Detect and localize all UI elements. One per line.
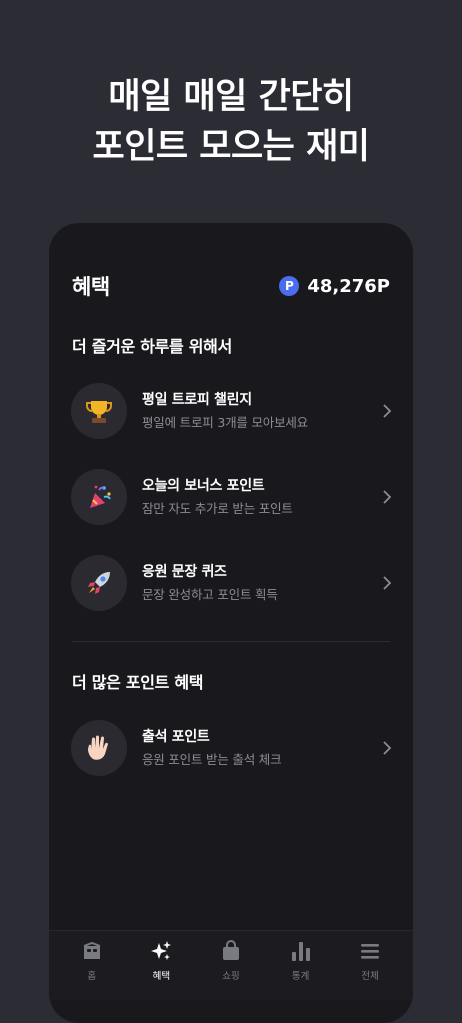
item-subtitle: 문장 완성하고 포인트 획득: [142, 586, 278, 602]
tab-label: 쇼핑: [222, 971, 240, 982]
section-title-more: 더 많은 포인트 혜택: [72, 673, 204, 692]
shopping-bag-icon: [222, 940, 239, 960]
section-title-daily: 더 즐거운 하루를 위해서: [72, 337, 233, 356]
page-title: 혜택: [72, 275, 110, 299]
rocket-icon: [71, 555, 127, 611]
tab-label: 전체: [361, 971, 379, 982]
item-title: 오늘의 보너스 포인트: [142, 477, 265, 494]
section-divider: [72, 641, 390, 642]
item-title: 응원 문장 퀴즈: [142, 563, 227, 580]
chevron-right-icon: [383, 404, 392, 418]
sparkle-icon: [151, 941, 172, 960]
tab-label: 혜택: [152, 971, 171, 982]
hero-line-2: 포인트 모으는 재미: [92, 127, 370, 167]
item-subtitle: 평일에 트로피 3개를 모아보세요: [142, 414, 308, 430]
tab-home[interactable]: 홈: [62, 931, 122, 1000]
tab-label: 통계: [291, 971, 310, 982]
chevron-right-icon: [383, 741, 392, 755]
chevron-right-icon: [383, 576, 392, 590]
hero-headline: 매일 매일 간단히 포인트 모으는 재미: [0, 72, 462, 172]
item-subtitle: 응원 포인트 받는 출석 체크: [142, 751, 282, 767]
hero-line-1: 매일 매일 간단히: [108, 77, 354, 117]
points-value: 48,276P: [307, 275, 390, 297]
bar-chart-icon: [291, 942, 310, 961]
list-item-cheer-quiz[interactable]: 응원 문장 퀴즈 문장 완성하고 포인트 획득: [71, 553, 395, 613]
list-item-attendance-points[interactable]: 출석 포인트 응원 포인트 받는 출석 체크: [71, 718, 395, 778]
item-title: 평일 트로피 챌린지: [142, 391, 252, 408]
phone-screen: 혜택 P 48,276P 더 즐거운 하루를 위해서 평일 트로피 챌린지 평일…: [49, 223, 413, 1023]
tab-label: 홈: [87, 971, 97, 982]
tab-all[interactable]: 전체: [340, 931, 400, 1000]
points-balance[interactable]: P 48,276P: [279, 276, 390, 297]
trophy-icon: [71, 383, 127, 439]
party-popper-icon: [71, 469, 127, 525]
list-item-bonus-points[interactable]: 오늘의 보너스 포인트 잠만 자도 추가로 받는 포인트: [71, 467, 395, 527]
point-icon: P: [279, 276, 300, 296]
tab-shopping[interactable]: 쇼핑: [201, 931, 261, 1000]
home-icon: [83, 941, 101, 959]
menu-icon: [361, 944, 380, 959]
item-subtitle: 잠만 자도 추가로 받는 포인트: [142, 500, 293, 516]
tab-benefits[interactable]: 혜택: [131, 931, 191, 1000]
list-item-trophy-challenge[interactable]: 평일 트로피 챌린지 평일에 트로피 3개를 모아보세요: [71, 381, 395, 441]
tab-stats[interactable]: 통계: [271, 931, 331, 1000]
screen-header: 혜택 P 48,276P: [72, 271, 390, 301]
chevron-right-icon: [383, 490, 392, 504]
item-title: 출석 포인트: [142, 728, 210, 745]
waving-hand-icon: [71, 720, 127, 776]
bottom-tab-bar: 홈 혜택 쇼핑 통계 전체: [49, 930, 413, 1000]
